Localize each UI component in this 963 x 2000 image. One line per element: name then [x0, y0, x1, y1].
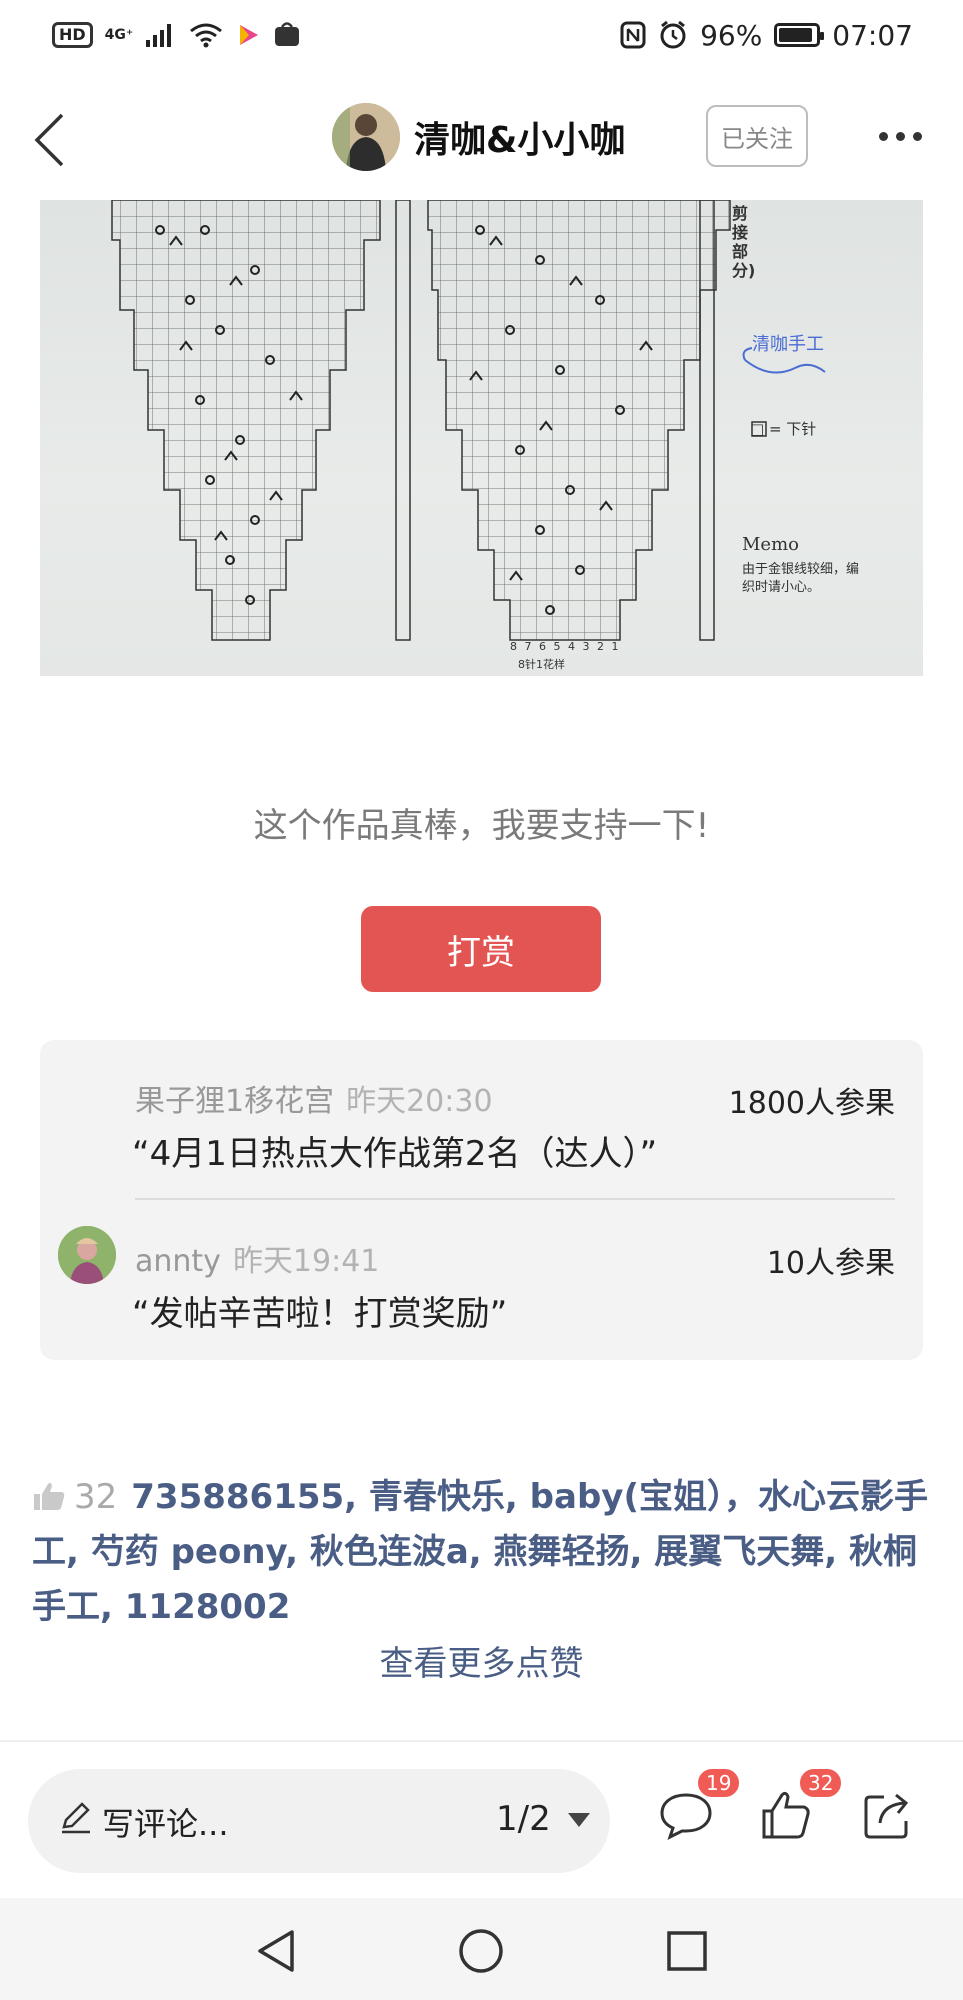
divider [135, 1198, 895, 1200]
dot-icon [895, 131, 905, 141]
chart-memo-text-2: 织时请小心。 [742, 580, 821, 595]
nav-home-icon[interactable] [456, 1926, 506, 1976]
chart-memo-title: Memo [742, 534, 799, 555]
nav-recents-icon[interactable] [662, 1926, 712, 1976]
reward-meta: annty 昨天19:41 [135, 1236, 379, 1280]
reward-button[interactable]: 打赏 [361, 906, 601, 992]
chart-legend: □ = 下针 [750, 420, 817, 438]
author-avatar[interactable] [332, 103, 400, 171]
post-header: 清咖&小小咖 已关注 [0, 85, 963, 195]
reward-user-name[interactable]: 果子狸1移花宫 [135, 1084, 334, 1119]
page-indicator[interactable]: 1/2 [496, 1799, 551, 1839]
like-count-badge: 32 [798, 1767, 844, 1799]
signal-icon [146, 24, 172, 47]
nav-back-icon[interactable] [252, 1926, 302, 1976]
avatar-image [332, 103, 400, 171]
likes-list: 32 735886155, 青春快乐, baby(宝姐），水心云影手工, 芍药 p… [32, 1470, 932, 1635]
more-options-button[interactable] [870, 121, 930, 151]
reward-meta: 果子狸1移花宫 昨天20:30 [135, 1076, 493, 1120]
status-bar-left: HD 4G⁺ [52, 22, 301, 48]
follow-button[interactable]: 已关注 [706, 105, 808, 167]
author-name[interactable]: 清咖&小小咖 [414, 111, 625, 163]
reward-user-avatar[interactable] [58, 1226, 116, 1284]
system-navigation-bar [0, 1898, 963, 2000]
comment-button[interactable]: 19 [656, 1767, 742, 1845]
chart-bottom-numbers: 8 7 6 5 4 3 2 1 [510, 640, 621, 653]
chart-bottom-label: 8针1花样 [518, 658, 565, 671]
chart-watermark: 清咖手工 [752, 334, 824, 355]
support-prompt: 这个作品真棒，我要支持一下! [253, 806, 710, 846]
status-bar: HD 4G⁺ 96% 07:07 [0, 0, 963, 70]
reward-time: 昨天20:30 [346, 1084, 493, 1119]
comment-count-badge: 19 [696, 1767, 742, 1799]
battery-percent: 96% [700, 18, 763, 52]
reward-list: 果子狸1移花宫 昨天20:30 1800人参果 “4月1日热点大作战第2名（达人）… [40, 1040, 923, 1360]
battery-icon [774, 23, 825, 47]
nfc-icon [620, 21, 646, 49]
chevron-left-icon [34, 113, 64, 167]
video-app-icon [240, 25, 259, 45]
dot-icon [878, 131, 888, 141]
knitting-chart-image[interactable]: 清咖手工 □ = 下针 Memo 由于金银线较细，编 织时请小心。 剪接部分) … [40, 200, 923, 676]
reward-message: “发帖辛苦啦！打赏奖励” [132, 1294, 508, 1334]
caret-down-icon[interactable] [568, 1813, 590, 1827]
thumbs-up-icon [34, 1482, 65, 1510]
like-count: 32 [74, 1477, 118, 1517]
avatar-image [58, 1226, 116, 1284]
reward-amount: 1800人参果 [728, 1086, 895, 1121]
share-button[interactable] [858, 1785, 918, 1845]
reward-message: “4月1日热点大作战第2名（达人）” [132, 1134, 658, 1174]
view-more-likes-link[interactable]: 查看更多点赞 [0, 1636, 963, 1685]
like-button[interactable]: 32 [756, 1767, 844, 1845]
reward-amount: 10人参果 [766, 1246, 895, 1281]
reward-user-name[interactable]: annty [135, 1244, 221, 1279]
alarm-icon [660, 20, 686, 49]
dot-icon [912, 131, 922, 141]
status-bar-right: 96% 07:07 [620, 19, 913, 52]
store-icon [275, 22, 300, 46]
bottom-action-bar: 写评论... 1/2 19 32 [0, 1745, 963, 1895]
chart-memo-text-1: 由于金银线较细，编 [742, 562, 860, 577]
network-indicator: 4G⁺ [104, 27, 134, 43]
share-icon [864, 1793, 909, 1839]
liker-names[interactable]: 735886155, 青春快乐, baby(宝姐），水心云影手工, 芍药 peo… [32, 1477, 928, 1627]
wifi-icon [190, 23, 223, 48]
back-button[interactable] [24, 105, 74, 175]
pen-icon [62, 1802, 90, 1834]
author-info[interactable]: 清咖&小小咖 [332, 103, 625, 171]
comment-placeholder: 写评论... [102, 1805, 229, 1843]
comment-input[interactable]: 写评论... 1/2 [28, 1769, 610, 1873]
divider [0, 1740, 963, 1742]
reward-time: 昨天19:41 [232, 1244, 380, 1279]
clock: 07:07 [832, 18, 913, 52]
chart-side-label: 剪接部分) [732, 204, 756, 280]
hd-indicator: HD [52, 22, 93, 48]
